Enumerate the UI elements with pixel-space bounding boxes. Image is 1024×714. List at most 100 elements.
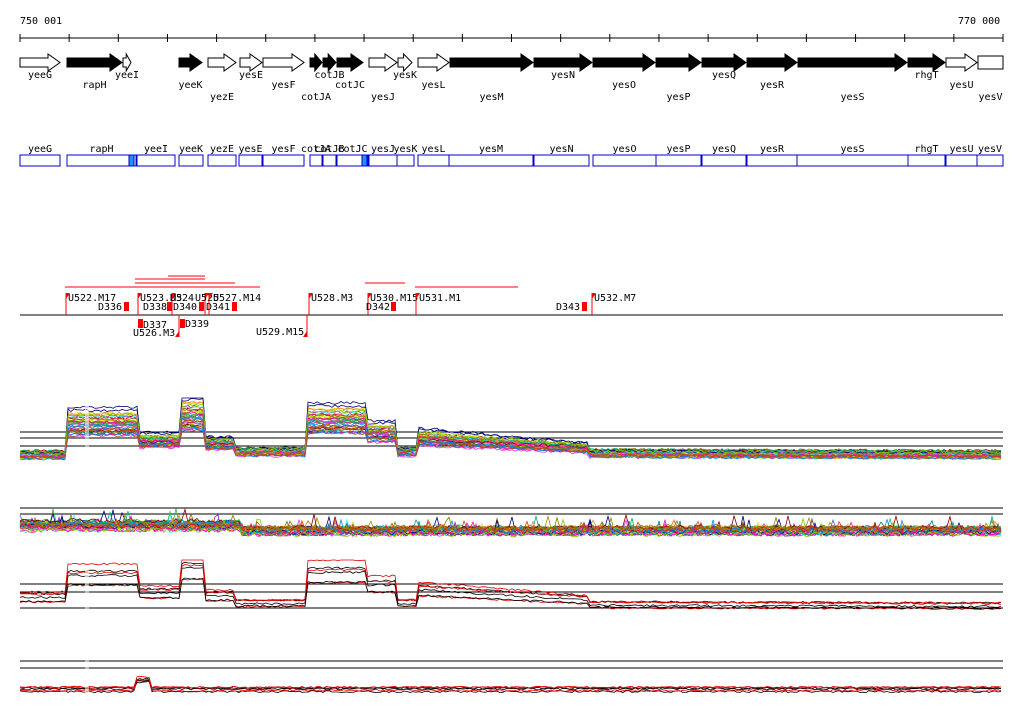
gene-box-yesP[interactable]: yesP — [655, 144, 702, 167]
segment-u529-m15[interactable]: U529.M15 — [256, 315, 308, 338]
gene-box-rhgT[interactable]: rhgT — [907, 144, 946, 167]
gene-box-rapH[interactable]: rapH — [66, 144, 137, 167]
gene-box-yeeK[interactable]: yeeK — [178, 144, 204, 167]
gene-box-label: yezE — [210, 144, 234, 155]
gene-arrow-yesK[interactable]: yesK — [393, 52, 417, 81]
gene-box-label: yesK — [393, 144, 417, 155]
gene-arrow-yezE[interactable]: yezE — [207, 53, 237, 103]
gene-arrow-rhgT[interactable]: rhgT — [907, 53, 946, 81]
gene-arrow-label: yesE — [239, 70, 263, 81]
gene-arrow-yesN[interactable]: yesN — [533, 53, 593, 81]
gene-box-yesL[interactable]: yesL — [417, 144, 450, 167]
gene-box-yesE[interactable]: yesE — [238, 144, 263, 167]
gene-arrow-label: yesV — [978, 92, 1002, 103]
profile-line — [19, 566, 1002, 608]
gene-box-label: yesV — [978, 144, 1002, 155]
gene-arrow-yesL[interactable]: yesL — [417, 53, 450, 91]
gene-box-label: cotJC — [337, 144, 367, 155]
gene-arrow-label: yeeG — [28, 70, 52, 81]
gene-arrow-label: yesR — [760, 80, 785, 91]
gene-arrow-yeeG[interactable]: yeeG — [19, 53, 61, 81]
segment-d342[interactable]: D342 — [366, 302, 396, 313]
ruler-start-label: 750 001 — [20, 16, 62, 27]
gene-arrow-label: yesM — [479, 92, 503, 103]
gene-arrow-label: rapH — [82, 80, 106, 91]
gene-box-yezE[interactable]: yezE — [207, 144, 237, 167]
segment-d336[interactable]: D336 — [98, 302, 129, 313]
segment-label: D339 — [185, 319, 209, 330]
gene-box-label: yeeG — [28, 144, 52, 155]
profile-line — [19, 678, 1002, 692]
gene-arrow-yeeI[interactable]: yeeI — [115, 52, 139, 81]
gene-arrow-label: yeeI — [115, 70, 139, 81]
gene-box-label: yesN — [549, 144, 573, 155]
gene-box-label: yesO — [612, 144, 636, 155]
segment-track: U522.M17D336U523.M3D338U524D340U525U527.… — [20, 275, 1003, 339]
gene-box-yesU[interactable]: yesU — [945, 144, 978, 167]
gene-arrow-yesE[interactable]: yesE — [239, 53, 263, 81]
gene-box-yesR[interactable]: yesR — [746, 144, 798, 167]
gene-box-yesN[interactable]: yesN — [533, 144, 590, 167]
gene-arrow-yeeK[interactable]: yeeK — [178, 53, 203, 91]
segment-label: U526.M3 — [133, 328, 175, 339]
gene-box-label: yesQ — [712, 144, 736, 155]
gene-arrow-yesP[interactable]: yesP — [655, 53, 702, 103]
segment-label: U528.M3 — [311, 293, 353, 304]
gene-box-label: yesL — [421, 144, 445, 155]
segment-label: D343 — [556, 302, 580, 313]
segment-label: D340 — [173, 302, 197, 313]
gene-box-yesQ[interactable]: yesQ — [701, 144, 747, 167]
gene-arrow-rapH[interactable]: rapH — [66, 53, 123, 91]
segment-label: D341 — [206, 302, 230, 313]
segment-d338[interactable]: D338 — [143, 302, 172, 313]
gene-box-yesO[interactable]: yesO — [592, 144, 657, 167]
segment-label: D336 — [98, 302, 122, 313]
gene-box-label: yeeI — [144, 144, 168, 155]
gene-box-yesK[interactable]: yesK — [393, 144, 418, 167]
gene-arrow-yesS[interactable]: yesS — [797, 53, 908, 103]
gene-arrow-label: rhgT — [914, 70, 938, 81]
segment-d341[interactable]: D341 — [206, 302, 237, 313]
genome-browser-canvas: 750 001 770 000 yeeG rapH yeeI yeeK yezE yesE… — [19, 16, 1004, 700]
segment-label: U529.M15 — [256, 327, 304, 338]
gene-arrow-yesM[interactable]: yesM — [449, 53, 534, 103]
gene-box-yeeI[interactable]: yeeI — [136, 144, 176, 167]
gene-arrow-label: yesK — [393, 70, 417, 81]
segment-u531-m1[interactable]: U531.M1 — [415, 293, 461, 315]
gene-arrow-label: yesJ — [371, 92, 395, 103]
gene-box-label: yesU — [949, 144, 973, 155]
gene-box-yesV[interactable]: yesV — [976, 144, 1004, 167]
gene-arrow-yesU[interactable]: yesU — [945, 53, 978, 91]
ruler-end-label: 770 000 — [958, 16, 1000, 27]
segment-u528-m3[interactable]: U528.M3 — [308, 293, 353, 315]
ruler: 750 001 770 000 — [19, 16, 1004, 42]
mean-profiles-lower — [19, 655, 1003, 700]
gene-arrow-label: cotJC — [335, 80, 365, 91]
expression-profiles-upper — [19, 397, 1003, 462]
gene-box-yeeG[interactable]: yeeG — [19, 144, 61, 167]
segment-d343[interactable]: D343 — [556, 302, 587, 313]
gene-box-label: yesR — [760, 144, 785, 155]
segment-d339[interactable]: D339 — [180, 319, 209, 330]
gene-arrow-label: yesF — [271, 80, 295, 91]
segment-u532-m7[interactable]: U532.M7 — [591, 293, 636, 315]
gene-arrow-label: yesQ — [712, 70, 736, 81]
gene-arrow-label: yesP — [666, 92, 690, 103]
mean-profiles-upper — [19, 559, 1003, 610]
gene-box-yesS[interactable]: yesS — [796, 144, 909, 167]
gene-arrow-yesV[interactable]: yesV — [977, 55, 1004, 103]
gene-arrow-yesR[interactable]: yesR — [746, 53, 798, 91]
segment-label: D338 — [143, 302, 167, 313]
gene-box-highlight — [128, 154, 135, 167]
gene-box-yesM[interactable]: yesM — [448, 144, 534, 167]
gene-box-track: yeeG rapH yeeI yeeK yezE yesE yesF cotJAcotJBco… — [19, 144, 1004, 167]
gene-arrow-label: yesU — [949, 80, 973, 91]
gene-arrow-yesF[interactable]: yesF — [262, 53, 305, 91]
segment-label: U532.M7 — [594, 293, 636, 304]
gene-arrow-yesO[interactable]: yesO — [592, 53, 656, 91]
segment-label: U531.M1 — [419, 293, 461, 304]
gene-arrow-label: yezE — [210, 92, 234, 103]
gene-box-yesF[interactable]: yesF — [262, 144, 305, 167]
gene-arrow-yesQ[interactable]: yesQ — [701, 53, 747, 81]
gene-arrow-label: yeeK — [178, 80, 202, 91]
